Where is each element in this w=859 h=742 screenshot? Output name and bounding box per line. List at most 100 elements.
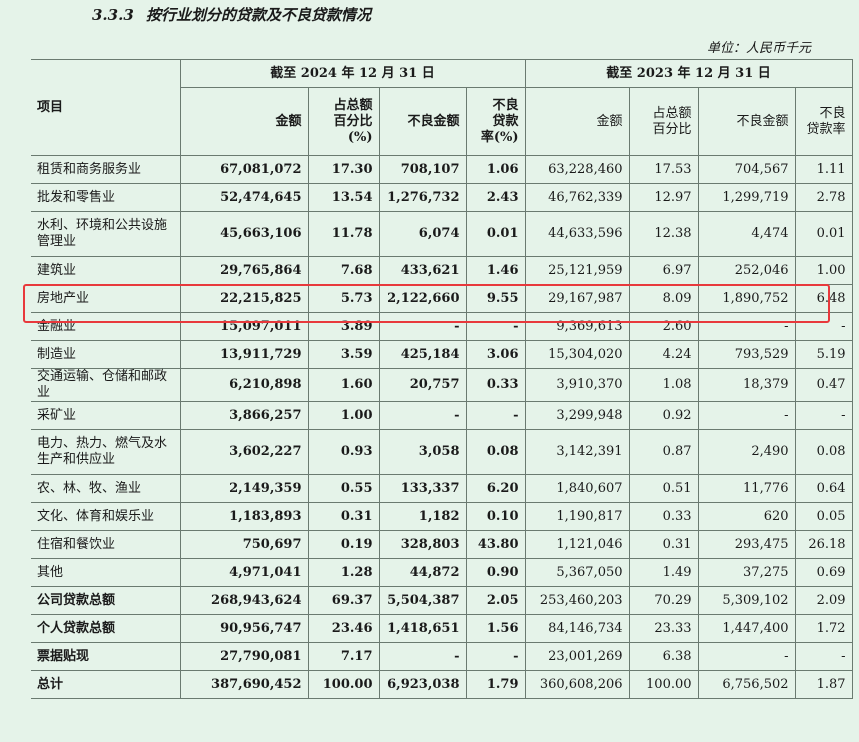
y2023-col-header-0: 金额	[524, 87, 630, 156]
cell-2023: -	[794, 401, 853, 430]
row-label: 建筑业	[31, 256, 181, 285]
cell-2023: 0.69	[794, 558, 853, 587]
cell-2024: 0.31	[307, 502, 380, 531]
cell-2024: 2.43	[465, 183, 526, 212]
cell-2023: 63,228,460	[524, 155, 630, 184]
cell-2023: 5,309,102	[697, 586, 796, 615]
cell-2024: 750,697	[179, 530, 309, 559]
cell-2023: 1.00	[794, 256, 853, 285]
row-label: 电力、热力、燃气及水生产和供应业	[31, 429, 181, 475]
row-label: 其他	[31, 558, 181, 587]
table-row: 房地产业 22,215,825 5.73 2,122,660 9.55 29,167,98…	[31, 284, 853, 313]
item-header: 项目	[31, 59, 181, 156]
cell-2023: 25,121,959	[524, 256, 630, 285]
cell-2024: -	[378, 312, 467, 341]
cell-2024: 387,690,452	[179, 670, 309, 699]
cell-2023: 44,633,596	[524, 211, 630, 257]
cell-2024: 0.10	[465, 502, 526, 531]
cell-2024: 1.79	[465, 670, 526, 699]
cell-2023: 4,474	[697, 211, 796, 257]
y2024-col-header-1: 占总额 百分比 (%)	[307, 87, 380, 156]
cell-2023: 11,776	[697, 474, 796, 503]
y2023-col-header-2: 不良金额	[697, 87, 796, 156]
row-label: 采矿业	[31, 401, 181, 430]
cell-2024: 15,097,011	[179, 312, 309, 341]
cell-2023: 2.09	[794, 586, 853, 615]
row-label: 票据贴现	[31, 642, 181, 671]
cell-2024: -	[465, 312, 526, 341]
cell-2024: -	[465, 401, 526, 430]
cell-2023: 70.29	[628, 586, 699, 615]
cell-2024: 1.46	[465, 256, 526, 285]
cell-2023: 1.11	[794, 155, 853, 184]
cell-2024: 17.30	[307, 155, 380, 184]
cell-2023: 0.01	[794, 211, 853, 257]
cell-2023: 4.24	[628, 340, 699, 369]
cell-2024: 6,074	[378, 211, 467, 257]
cell-2024: -	[378, 642, 467, 671]
row-label: 批发和零售业	[31, 183, 181, 212]
unit-note: 单位：人民币千元	[706, 41, 811, 56]
cell-2024: 4,971,041	[179, 558, 309, 587]
cell-2023: 793,529	[697, 340, 796, 369]
cell-2024: 6,210,898	[179, 368, 309, 402]
cell-2024: 100.00	[307, 670, 380, 699]
cell-2023: 0.05	[794, 502, 853, 531]
cell-2024: 1.56	[465, 614, 526, 643]
cell-2024: 9.55	[465, 284, 526, 313]
cell-2023: 0.31	[628, 530, 699, 559]
table-row: 交通运输、仓储和邮政业 6,210,898 1.60 20,757 0.33 3,910,…	[31, 368, 853, 402]
table-row: 其他 4,971,041 1.28 44,872 0.90 5,367,050 1.49 37…	[31, 558, 853, 587]
cell-2023: 46,762,339	[524, 183, 630, 212]
table-row: 文化、体育和娱乐业 1,183,893 0.31 1,182 0.10 1,190,817…	[31, 502, 853, 531]
cell-2024: 22,215,825	[179, 284, 309, 313]
cell-2024: 2,149,359	[179, 474, 309, 503]
y2023-col-header-3: 不良 贷款率	[794, 87, 853, 156]
period-2023-header: 截至 2023 年 12 月 31 日	[524, 59, 853, 88]
cell-2023: -	[697, 401, 796, 430]
cell-2023: 253,460,203	[524, 586, 630, 615]
cell-2024: 3,866,257	[179, 401, 309, 430]
cell-2024: 1,276,732	[378, 183, 467, 212]
cell-2023: 5.19	[794, 340, 853, 369]
table-row: 公司贷款总额 268,943,624 69.37 5,504,387 2.05 253,4…	[31, 586, 853, 615]
industry-loan-table: 项目 截至 2024 年 12 月 31 日 截至 2023 年 12 月 31…	[31, 59, 853, 699]
cell-2024: 1,418,651	[378, 614, 467, 643]
cell-2024: 3.89	[307, 312, 380, 341]
cell-2023: 26.18	[794, 530, 853, 559]
cell-2023: 84,146,734	[524, 614, 630, 643]
y2024-col-header-2: 不良金额	[378, 87, 467, 156]
cell-2023: 6.38	[628, 642, 699, 671]
cell-2024: 3.59	[307, 340, 380, 369]
row-label: 租赁和商务服务业	[31, 155, 181, 184]
cell-2024: 0.93	[307, 429, 380, 475]
section-number: 3.3.3	[92, 6, 134, 24]
cell-2023: 1.72	[794, 614, 853, 643]
cell-2023: 2.78	[794, 183, 853, 212]
cell-2023: 1.87	[794, 670, 853, 699]
cell-2023: -	[697, 312, 796, 341]
cell-2024: 45,663,106	[179, 211, 309, 257]
row-label: 制造业	[31, 340, 181, 369]
cell-2023: 3,142,391	[524, 429, 630, 475]
cell-2024: 43.80	[465, 530, 526, 559]
cell-2024: 5.73	[307, 284, 380, 313]
cell-2024: 44,872	[378, 558, 467, 587]
cell-2024: 13,911,729	[179, 340, 309, 369]
cell-2023: 0.51	[628, 474, 699, 503]
cell-2024: 27,790,081	[179, 642, 309, 671]
cell-2023: 6,756,502	[697, 670, 796, 699]
cell-2023: 1,299,719	[697, 183, 796, 212]
cell-2023: 6.48	[794, 284, 853, 313]
cell-2024: 3,602,227	[179, 429, 309, 475]
cell-2023: 1.08	[628, 368, 699, 402]
cell-2024: 0.90	[465, 558, 526, 587]
table-row: 农、林、牧、渔业 2,149,359 0.55 133,337 6.20 1,840,60…	[31, 474, 853, 503]
cell-2023: 29,167,987	[524, 284, 630, 313]
table-row: 水利、环境和公共设施管理业 45,663,106 11.78 6,074 0.01 44,…	[31, 211, 853, 257]
cell-2023: 9,369,613	[524, 312, 630, 341]
cell-2024: 1,182	[378, 502, 467, 531]
cell-2024: 1.00	[307, 401, 380, 430]
cell-2024: 0.55	[307, 474, 380, 503]
cell-2023: 0.47	[794, 368, 853, 402]
